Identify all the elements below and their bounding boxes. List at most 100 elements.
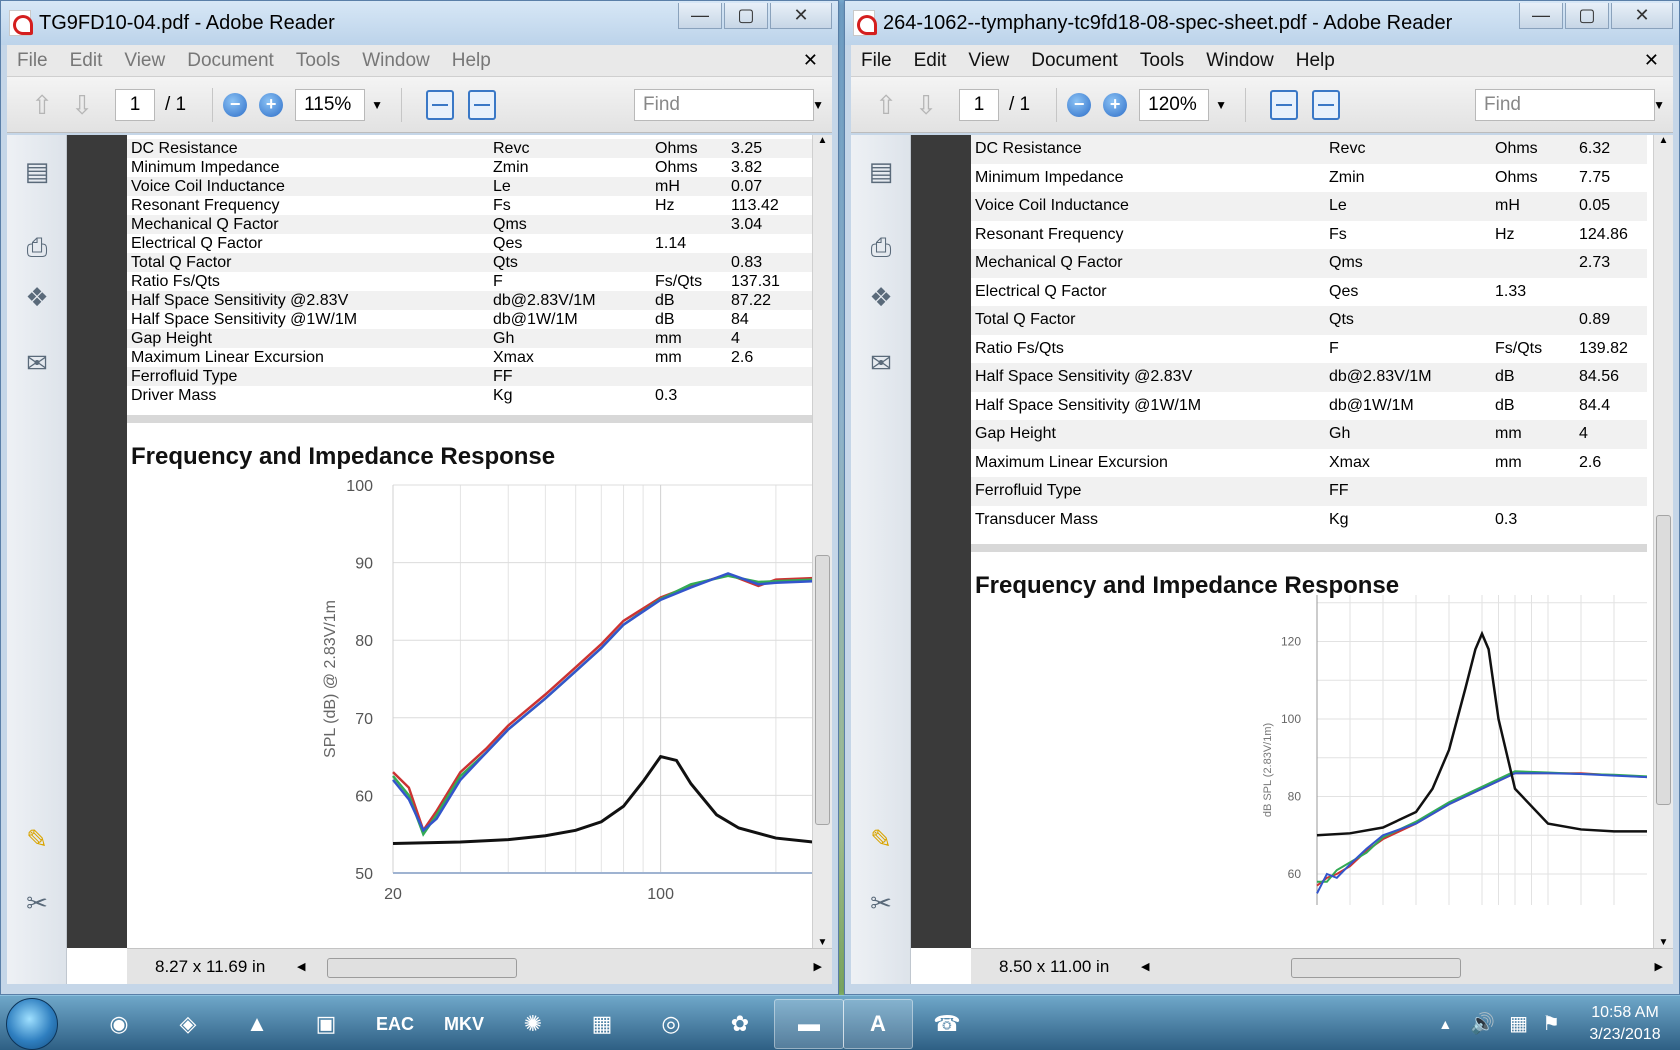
menu-edit[interactable]: Edit bbox=[914, 50, 947, 72]
menu-view[interactable]: View bbox=[968, 50, 1009, 72]
fit-page-icon[interactable] bbox=[1270, 89, 1299, 120]
page-number-input[interactable]: 1 bbox=[115, 88, 155, 121]
volume-icon[interactable]: 🔊 bbox=[1470, 1011, 1495, 1036]
horizontal-scrollbar[interactable] bbox=[317, 958, 802, 978]
paint-icon[interactable]: ✿ bbox=[705, 999, 775, 1049]
scroll-thumb[interactable] bbox=[815, 555, 830, 825]
clock[interactable]: 10:58 AM 3/23/2018 bbox=[1570, 1002, 1680, 1046]
attachment-icon[interactable]: ✂ bbox=[865, 887, 897, 919]
fit-width-icon[interactable] bbox=[1312, 89, 1341, 120]
menu-tools[interactable]: Tools bbox=[296, 50, 340, 72]
scroll-left-icon[interactable]: ◀ bbox=[1141, 960, 1149, 973]
scroll-up-icon[interactable]: ▲ bbox=[813, 135, 832, 146]
minimize-button[interactable]: — bbox=[1519, 3, 1563, 29]
page-number-input[interactable]: 1 bbox=[959, 88, 999, 121]
scroll-thumb[interactable] bbox=[327, 958, 517, 978]
dvd-icon[interactable]: ◎ bbox=[636, 999, 706, 1049]
maximize-button[interactable]: ▢ bbox=[1565, 3, 1609, 29]
next-page-icon[interactable]: ⇩ bbox=[67, 90, 97, 120]
fit-page-icon[interactable] bbox=[426, 89, 455, 120]
previous-page-icon[interactable]: ⇧ bbox=[27, 90, 57, 120]
find-input[interactable]: Find bbox=[634, 88, 814, 121]
flag-icon[interactable]: ⚑ bbox=[1542, 1011, 1560, 1036]
menu-document[interactable]: Document bbox=[187, 50, 274, 72]
firefox-icon[interactable]: ◉ bbox=[84, 999, 154, 1049]
taskbar-app-eac[interactable]: EAC bbox=[360, 999, 430, 1049]
scroll-left-icon[interactable]: ◀ bbox=[297, 960, 305, 973]
chevron-down-icon[interactable]: ▼ bbox=[1215, 98, 1227, 112]
scroll-up-icon[interactable]: ▲ bbox=[1654, 135, 1673, 146]
minimize-button[interactable]: — bbox=[678, 3, 722, 29]
spec-row: Maximum Linear Excursion Xmax mm 2.6 bbox=[127, 348, 813, 367]
taskbar-app-mkv[interactable]: MKV bbox=[429, 999, 499, 1049]
zoom-in-icon[interactable]: + bbox=[1103, 92, 1128, 117]
menu-help[interactable]: Help bbox=[452, 50, 491, 72]
horizontal-scrollbar[interactable] bbox=[1161, 958, 1643, 978]
phone-icon[interactable]: ☎ bbox=[912, 999, 982, 1049]
next-page-icon[interactable]: ⇩ bbox=[911, 90, 941, 120]
zoom-level-input[interactable]: 115% bbox=[295, 88, 366, 121]
menu-view[interactable]: View bbox=[124, 50, 165, 72]
scroll-right-icon[interactable]: ▶ bbox=[814, 960, 822, 973]
attachment-icon[interactable]: ✂ bbox=[21, 887, 53, 919]
fire-icon[interactable]: ✺ bbox=[498, 999, 568, 1049]
scroll-down-icon[interactable]: ▼ bbox=[813, 937, 832, 948]
media-player-icon[interactable]: ◈ bbox=[153, 999, 223, 1049]
vertical-scrollbar[interactable]: ▲ ▼ bbox=[1653, 135, 1673, 948]
find-input[interactable]: Find bbox=[1475, 88, 1655, 121]
maximize-button[interactable]: ▢ bbox=[724, 3, 768, 29]
share-icon[interactable]: ✉ bbox=[21, 347, 53, 379]
vertical-scrollbar[interactable]: ▲ ▼ bbox=[812, 135, 832, 948]
menu-edit[interactable]: Edit bbox=[70, 50, 103, 72]
close-document-icon[interactable]: ✕ bbox=[803, 50, 818, 71]
scroll-thumb[interactable] bbox=[1291, 958, 1461, 978]
menu-help[interactable]: Help bbox=[1296, 50, 1335, 72]
folder-icon[interactable]: ▬ bbox=[774, 999, 844, 1049]
scroll-down-icon[interactable]: ▼ bbox=[1654, 937, 1673, 948]
tray-expand-icon[interactable]: ▲ bbox=[1438, 1016, 1452, 1032]
collaborate-icon[interactable]: ❖ bbox=[865, 281, 897, 313]
scroll-thumb[interactable] bbox=[1656, 515, 1671, 805]
scroll-right-icon[interactable]: ▶ bbox=[1655, 960, 1663, 973]
menu-tools[interactable]: Tools bbox=[1140, 50, 1184, 72]
share-icon[interactable]: ✉ bbox=[865, 347, 897, 379]
network-icon[interactable]: ▦ bbox=[1509, 1011, 1528, 1036]
chevron-down-icon[interactable]: ▼ bbox=[1653, 98, 1665, 112]
titlebar[interactable]: 264-1062--tymphany-tc9fd18-08-spec-sheet… bbox=[845, 1, 1679, 45]
pages-icon[interactable]: ▤ bbox=[21, 155, 53, 187]
pages-icon[interactable]: ▤ bbox=[865, 155, 897, 187]
chevron-down-icon[interactable]: ▼ bbox=[812, 98, 824, 112]
titlebar[interactable]: TG9FD10-04.pdf - Adobe Reader — ▢ ✕ bbox=[1, 1, 838, 45]
zoom-in-icon[interactable]: + bbox=[259, 92, 284, 117]
menu-document[interactable]: Document bbox=[1031, 50, 1118, 72]
fit-width-icon[interactable] bbox=[468, 89, 497, 120]
calculator-icon[interactable]: ▦ bbox=[567, 999, 637, 1049]
previous-page-icon[interactable]: ⇧ bbox=[871, 90, 901, 120]
print-icon[interactable]: ⎙ bbox=[865, 231, 897, 263]
close-document-icon[interactable]: ✕ bbox=[1644, 50, 1659, 71]
zoom-out-icon[interactable]: − bbox=[223, 92, 248, 117]
menu-file[interactable]: File bbox=[861, 50, 892, 72]
vlc-icon[interactable]: ▲ bbox=[222, 999, 292, 1049]
menu-file[interactable]: File bbox=[17, 50, 48, 72]
menu-window[interactable]: Window bbox=[362, 50, 430, 72]
print-icon[interactable]: ⎙ bbox=[21, 231, 53, 263]
menu-window[interactable]: Window bbox=[1206, 50, 1274, 72]
zoom-out-icon[interactable]: − bbox=[1067, 92, 1092, 117]
comments-icon[interactable]: ✎ bbox=[21, 823, 53, 855]
close-button[interactable]: ✕ bbox=[770, 3, 832, 29]
reader-window-right[interactable]: 264-1062--tymphany-tc9fd18-08-spec-sheet… bbox=[844, 0, 1680, 995]
spec-symbol: Zmin bbox=[493, 159, 529, 176]
spec-row: DC Resistance Revc Ohms 6.32 bbox=[971, 135, 1647, 164]
toolbar: ⇧ ⇩ 1 / 1 − + 115% ▼ Find ▼ bbox=[7, 77, 832, 133]
reader-window-left[interactable]: TG9FD10-04.pdf - Adobe Reader — ▢ ✕ File… bbox=[0, 0, 839, 995]
comments-icon[interactable]: ✎ bbox=[865, 823, 897, 855]
chevron-down-icon[interactable]: ▼ bbox=[371, 98, 383, 112]
acrobat-icon[interactable]: A bbox=[843, 999, 913, 1049]
collaborate-icon[interactable]: ❖ bbox=[21, 281, 53, 313]
start-button[interactable] bbox=[6, 998, 58, 1050]
spec-unit: 0.3 bbox=[655, 387, 678, 404]
mpc-321-icon[interactable]: ▣ bbox=[291, 999, 361, 1049]
zoom-level-input[interactable]: 120% bbox=[1139, 88, 1210, 121]
close-button[interactable]: ✕ bbox=[1611, 3, 1673, 29]
